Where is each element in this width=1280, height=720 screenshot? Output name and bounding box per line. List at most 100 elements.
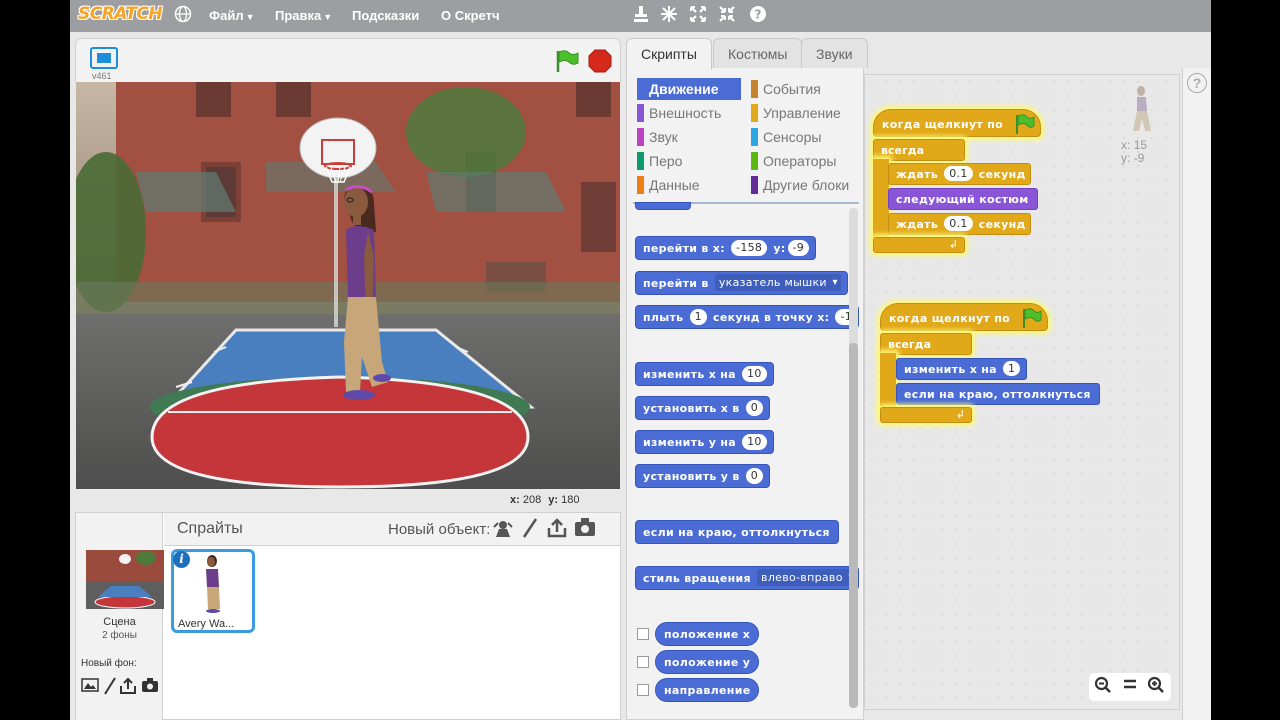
delete-icon[interactable] [659,5,679,25]
change-y-input[interactable]: 10 [742,434,767,450]
block-goto-xy[interactable]: перейти в x: -158 y: -9 [635,236,817,260]
sprite-tile[interactable]: i Avery Wa... [171,549,255,633]
category-control[interactable]: Управление [751,102,855,124]
help-icon[interactable]: ? [748,5,768,25]
set-x-input[interactable]: 0 [745,400,764,416]
mouse-y-label: y: [548,494,559,506]
show-direction-checkbox[interactable] [637,684,649,696]
block-set-y[interactable]: установить у в 0 [635,464,771,488]
category-sound[interactable]: Звук [637,126,741,148]
wait-block[interactable]: ждать 0.1 секунд [888,213,1031,235]
show-y-position-checkbox[interactable] [637,656,649,668]
globe-icon[interactable] [173,5,193,25]
paint-brush-icon[interactable] [100,677,119,696]
sprite-library-icon[interactable] [491,517,515,541]
sprite-y-value: -9 [1133,151,1145,165]
camera-icon[interactable] [573,517,597,541]
hat-text: когда щелкнут по [889,312,1010,325]
block-change-y[interactable]: изменить у на 10 [635,430,774,454]
block-rotation-style[interactable]: стиль вращения влево-вправо [635,566,859,590]
duplicate-icon[interactable] [631,5,651,25]
category-motion[interactable]: Движение [637,78,741,100]
grow-icon[interactable] [688,5,708,25]
category-looks[interactable]: Внешность [637,102,741,124]
scratch-logo[interactable]: SCRATCH [78,4,163,26]
tab-scripts[interactable]: Скрипты [626,38,712,70]
block-change-x[interactable]: изменить х на 10 [635,362,774,386]
reporter-x-position[interactable]: положение x [655,622,760,646]
block-glide[interactable]: плыть 1 секунд в точку x: -15 [635,305,859,329]
tab-sounds[interactable]: Звуки [801,38,868,68]
change-x-input[interactable]: 10 [742,366,767,382]
category-data-label: Данные [649,177,700,193]
goto-x-input[interactable]: -158 [731,240,768,256]
reporter-y-position[interactable]: положение y [655,650,760,674]
info-icon[interactable]: i [173,551,190,568]
block-set-x[interactable]: установить х в 0 [635,396,771,420]
green-flag-icon [1023,308,1042,328]
help-icon[interactable]: ? [1187,73,1207,93]
when-flag-clicked-hat[interactable]: когда щелкнут по [880,303,1048,331]
menu-edit[interactable]: Правка ▼ [275,8,332,23]
category-operators-label: Операторы [763,153,837,169]
category-color-swatch [637,152,644,170]
tab-costumes[interactable]: Костюмы [713,38,803,68]
rotation-style-dropdown[interactable]: влево-вправо [757,569,857,586]
when-flag-clicked-hat[interactable]: когда щелкнут по [873,109,1041,137]
bounce-block[interactable]: если на краю, оттолкнуться [896,383,1100,405]
menu-about[interactable]: О Скретч [441,8,500,23]
blocks-palette: Движение Внешность Звук Перо Данные Собы… [626,68,864,720]
block-goto[interactable]: перейти в указатель мышки [635,271,848,295]
category-color-swatch [751,152,758,170]
stop-icon[interactable] [588,49,612,73]
next-costume-block[interactable]: следующий костюм [888,188,1038,210]
category-pen[interactable]: Перо [637,150,741,172]
scripts-area[interactable]: когда щелкнут по всегда ждать 0.1 секунд… [864,74,1180,710]
category-events[interactable]: События [751,78,855,100]
paint-brush-icon[interactable] [518,517,542,541]
forever-block[interactable]: всегда [873,139,965,161]
zoom-out-icon[interactable] [1092,676,1114,698]
category-more-blocks[interactable]: Другие блоки [751,174,855,196]
green-flag-icon[interactable] [554,49,580,73]
block-bounce[interactable]: если на краю, оттолкнуться [635,520,839,544]
set-y-input[interactable]: 0 [745,468,764,484]
upload-icon[interactable] [118,677,137,696]
category-sound-label: Звук [649,129,678,145]
sprite-x-label: x: [1121,138,1131,152]
menu-file[interactable]: Файл ▼ [209,8,255,23]
wait-seconds-input[interactable]: 0.1 [944,216,973,231]
shrink-icon[interactable] [717,5,737,25]
camera-icon[interactable] [140,677,159,696]
category-pen-label: Перо [649,153,683,169]
glide-secs-input[interactable]: 1 [689,309,707,325]
block-change-x-text: изменить х на [643,368,736,381]
stage-mouse-coordinates: x: 208 y: 180 [510,494,583,506]
wait-block[interactable]: ждать 0.1 секунд [888,163,1031,185]
wait-seconds-input[interactable]: 0.1 [944,166,973,181]
upload-icon[interactable] [545,517,569,541]
goto-target-dropdown[interactable]: указатель мышки [714,274,841,291]
fullscreen-button[interactable] [90,47,118,69]
category-operators[interactable]: Операторы [751,150,855,172]
zoom-in-icon[interactable] [1145,676,1167,698]
zoom-reset-icon[interactable] [1119,676,1141,698]
category-color-swatch [751,176,758,194]
new-sprite-label: Новый объект: [388,521,491,538]
change-x-input[interactable]: 1 [1003,361,1021,376]
reporter-direction[interactable]: направление [655,678,760,702]
palette-scrollbar[interactable] [849,343,858,708]
category-data[interactable]: Данные [637,174,741,196]
wait-text-a: ждать [896,218,939,231]
category-sensing[interactable]: Сенсоры [751,126,855,148]
image-library-icon[interactable] [80,677,99,696]
stage-canvas[interactable] [76,82,620,489]
goto-y-input[interactable]: -9 [787,240,810,256]
block-partial[interactable] [635,202,691,210]
change-x-block[interactable]: изменить х на 1 [896,358,1028,380]
show-x-position-checkbox[interactable] [637,628,649,640]
category-looks-label: Внешность [649,105,722,121]
forever-block[interactable]: всегда [880,333,972,355]
menu-tips[interactable]: Подсказки [352,8,419,23]
stage-thumbnail[interactable] [86,550,164,609]
